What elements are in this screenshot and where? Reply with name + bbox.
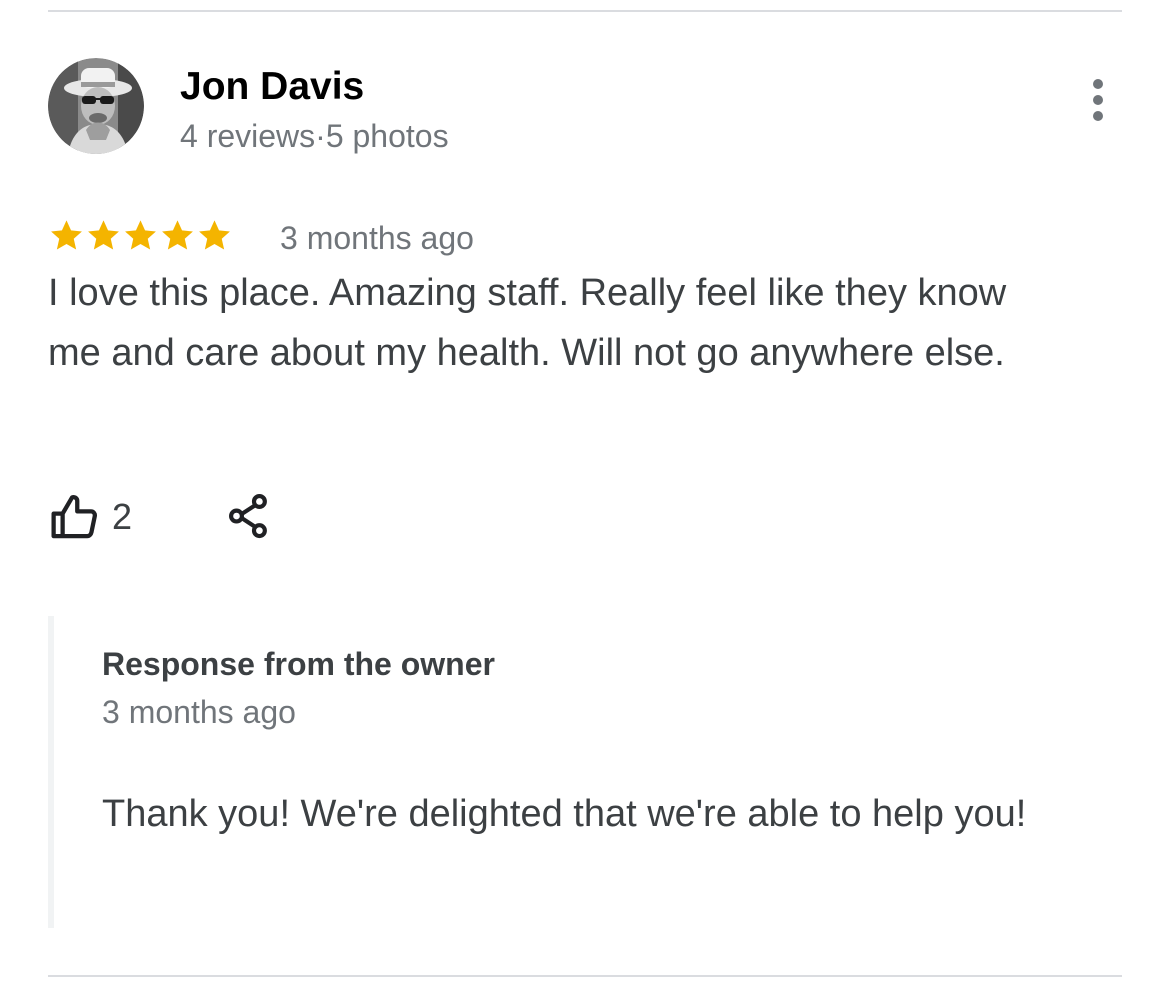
owner-response-title: Response from the owner [102,646,495,682]
review-date: 3 months ago [280,220,474,256]
author-meta: 4 reviews·5 photos [180,118,449,154]
share-button[interactable] [224,488,274,542]
avatar-image [48,58,144,154]
author-name[interactable]: Jon Davis [180,64,364,110]
like-button[interactable]: 2 [48,490,132,544]
star-icon [199,220,230,250]
star-icon [125,220,156,250]
star-icon [162,220,193,250]
star-icon [51,220,82,250]
top-divider [48,10,1122,12]
bottom-divider [48,975,1122,977]
share-icon [229,493,267,539]
more-options-button[interactable] [1078,76,1118,124]
avatar[interactable] [48,58,144,154]
owner-response-text: Thank you! We're delighted that we're ab… [102,793,1027,835]
owner-response-date: 3 months ago [102,694,296,730]
star-rating [48,212,233,258]
thumbs-up-icon [51,494,97,539]
owner-response: Response from the owner 3 months ago Tha… [48,616,1054,928]
more-vert-icon [1093,79,1103,121]
review-text: I love this place. Amazing staff. Really… [48,272,1007,374]
star-icon [88,220,119,250]
like-count: 2 [112,496,133,537]
